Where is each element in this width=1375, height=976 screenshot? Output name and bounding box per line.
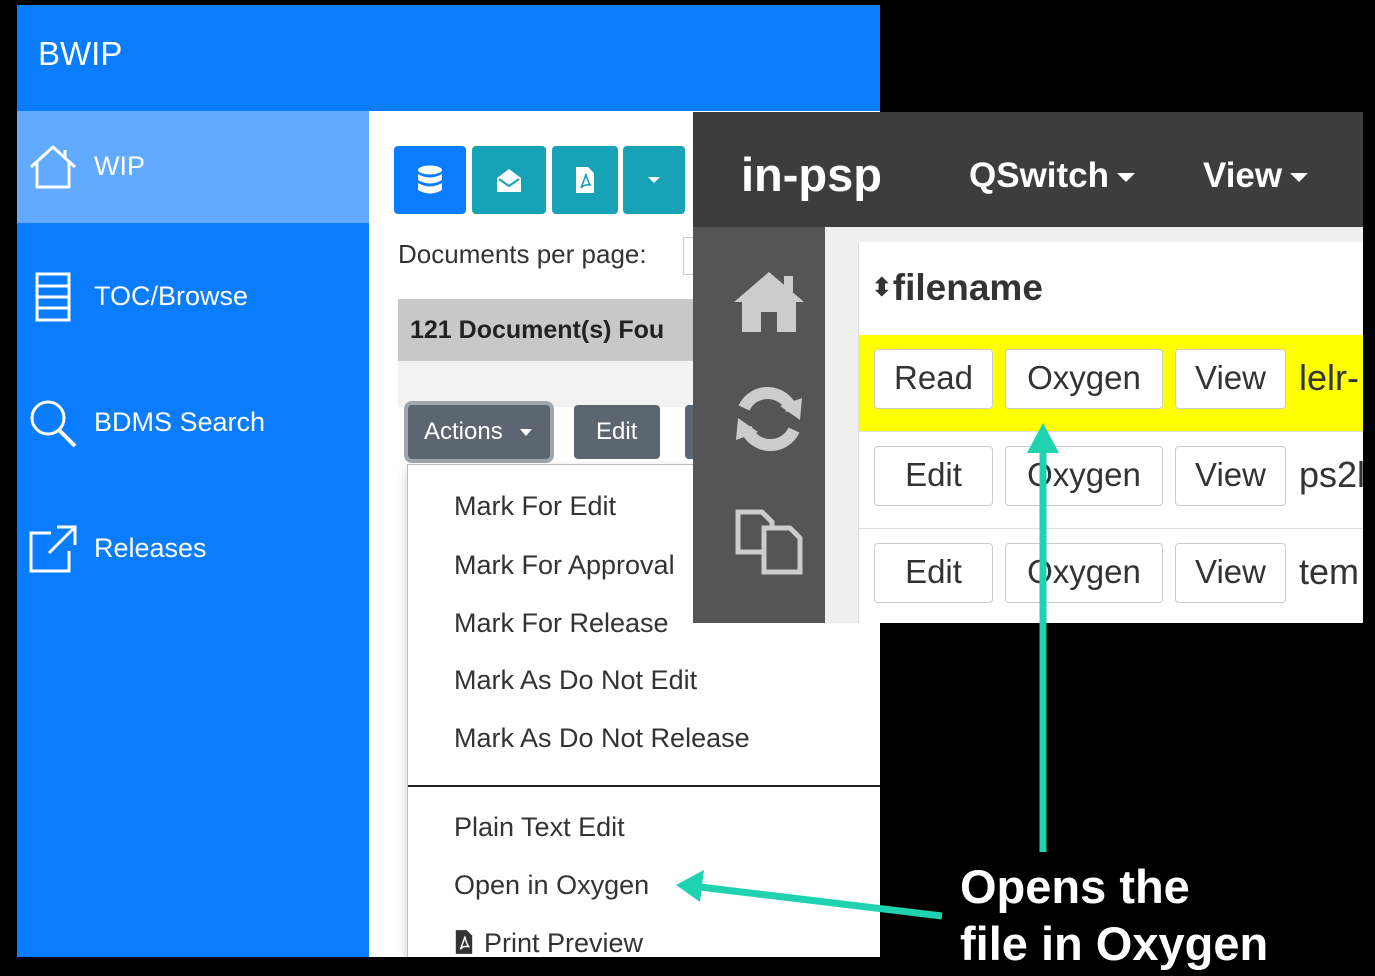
- arrowhead-left: [676, 870, 704, 902]
- arrowhead-up: [1027, 423, 1059, 453]
- callout-arrows: [676, 423, 1059, 920]
- arrow-to-open-in-oxygen: [699, 883, 943, 920]
- callout-line-1: Opens the: [960, 860, 1190, 913]
- callout-text: Opens the file in Oxygen: [960, 858, 1268, 972]
- callout-line-2: file in Oxygen: [960, 917, 1269, 970]
